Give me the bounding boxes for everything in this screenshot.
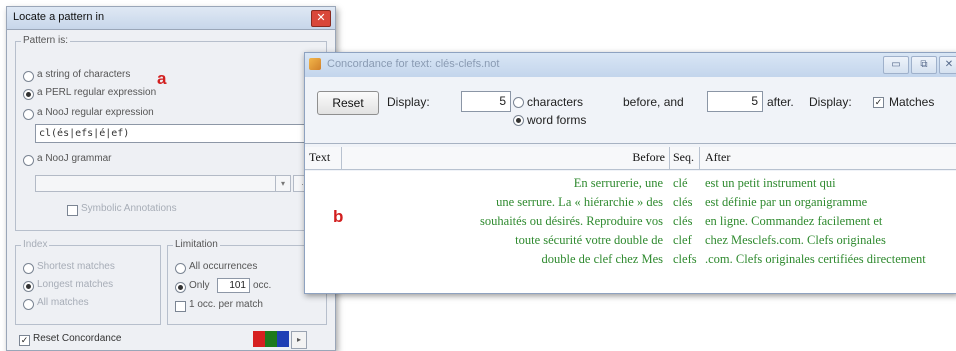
cell-after: .com. Clefs originales certifiées direct…	[705, 252, 926, 266]
column-divider	[669, 147, 670, 169]
cell-after: est définie par un organigramme	[705, 195, 868, 209]
table-row[interactable]: une serrure. La « hiérarchie » des clés es…	[305, 192, 956, 211]
table-row[interactable]: double de clef chez Mes clefs .com. Clefs …	[305, 249, 956, 268]
characters-radio[interactable]	[513, 97, 524, 108]
shortest-matches-label: Shortest matches	[37, 261, 115, 272]
reset-concordance-label: Reset Concordance	[33, 333, 122, 344]
all-occurrences-label: All occurrences	[189, 261, 258, 272]
cell-seq[interactable]: clés	[673, 211, 692, 231]
column-divider	[699, 147, 700, 169]
column-divider	[341, 147, 342, 169]
cell-after: chez Mesclefs.com. Clefs originales	[705, 233, 886, 247]
color-swatch-blue[interactable]	[277, 331, 289, 347]
table-row[interactable]: souhaités ou désirés. Reproduire vos clés…	[305, 211, 956, 230]
nooj-regex-option-label: a NooJ regular expression	[37, 107, 154, 118]
cell-seq[interactable]: clef	[673, 230, 692, 250]
cell-seq[interactable]: clé	[673, 173, 688, 193]
table-row[interactable]: En serrurerie, une clé est un petit instru…	[305, 173, 956, 192]
color-swatch-red[interactable]	[253, 331, 265, 347]
only-count-input[interactable]: 101	[217, 278, 250, 293]
string-radio[interactable]	[23, 71, 34, 82]
symbolic-annotations-checkbox[interactable]	[67, 205, 78, 216]
color-picker-button[interactable]: ▸	[291, 331, 307, 349]
limitation-group-title: Limitation	[173, 239, 220, 250]
cell-before: toute sécurité votre double de	[515, 233, 663, 247]
only-label: Only	[189, 280, 210, 291]
all-occurrences-radio[interactable]	[175, 263, 186, 274]
all-matches-radio[interactable]	[23, 299, 34, 310]
display2-label: Display:	[809, 95, 852, 109]
before-and-label: before, and	[623, 95, 684, 109]
symbolic-annotations-label: Symbolic Annotations	[81, 203, 177, 214]
only-radio[interactable]	[175, 282, 186, 293]
nooj-grammar-radio[interactable]	[23, 155, 34, 166]
after-count-input[interactable]: 5	[707, 91, 763, 112]
column-header-after[interactable]: After	[705, 147, 730, 167]
random-occurrence-label: 1 occ. per match	[189, 299, 263, 310]
maximize-button[interactable]: ⧉	[911, 56, 937, 74]
after-label: after.	[767, 95, 794, 109]
random-occurrence-checkbox[interactable]	[175, 301, 186, 312]
annotation-marker-b: b	[333, 207, 344, 226]
only-unit-label: occ.	[253, 280, 272, 291]
grammar-combo[interactable]: ▾	[35, 175, 291, 192]
column-header-seq[interactable]: Seq.	[673, 147, 694, 167]
column-header-before[interactable]: Before	[555, 147, 665, 167]
display-label: Display:	[387, 95, 430, 109]
pattern-input[interactable]: cl(és|efs|é|ef)	[35, 124, 323, 143]
perl-radio[interactable]	[23, 89, 34, 100]
before-count-input[interactable]: 5	[461, 91, 511, 112]
cell-before: En serrurerie, une	[573, 176, 663, 190]
reset-button[interactable]: Reset	[317, 91, 379, 115]
cell-before: une serrure. La « hiérarchie » des	[496, 195, 663, 209]
concordance-titlebar[interactable]: Concordance for text: clés-clefs.not ▭ ⧉…	[305, 53, 956, 77]
nooj-grammar-option-label: a NooJ grammar	[37, 153, 112, 164]
shortest-matches-radio[interactable]	[23, 263, 34, 274]
concordance-table: En serrurerie, une clé est un petit instru…	[305, 171, 956, 293]
matches-checkbox[interactable]: ✓	[873, 97, 884, 108]
minimize-button[interactable]: ▭	[883, 56, 909, 74]
matches-label: Matches	[889, 95, 935, 109]
cell-seq[interactable]: clefs	[673, 249, 697, 269]
color-swatch-green[interactable]	[265, 331, 277, 347]
close-button[interactable]: ✕	[939, 56, 956, 74]
nooj-regex-radio[interactable]	[23, 109, 34, 120]
dialog-title: Locate a pattern in	[13, 11, 105, 23]
index-group-title: Index	[21, 239, 50, 250]
longest-matches-radio[interactable]	[23, 281, 34, 292]
table-row[interactable]: toute sécurité votre double de clef chez M…	[305, 230, 956, 249]
cell-seq[interactable]: clés	[673, 192, 692, 212]
concordance-title: Concordance for text: clés-clefs.not	[327, 58, 500, 70]
chevron-down-icon[interactable]: ▾	[275, 176, 290, 191]
toolbar-divider	[305, 143, 956, 144]
word-forms-label: word forms	[527, 113, 587, 127]
dialog-titlebar[interactable]: Locate a pattern in ✕	[7, 7, 335, 30]
annotation-marker-a: a	[157, 69, 167, 88]
app-icon	[309, 58, 321, 70]
concordance-window: Concordance for text: clés-clefs.not ▭ ⧉…	[304, 52, 956, 294]
dialog-close-button[interactable]: ✕	[311, 10, 331, 27]
string-option-label: a string of characters	[37, 69, 131, 80]
column-header-text[interactable]: Text	[309, 147, 330, 167]
perl-option-label: a PERL regular expression	[37, 87, 157, 98]
cell-after: en ligne. Commandez facilement et	[705, 214, 883, 228]
cell-after: est un petit instrument qui	[705, 176, 836, 190]
column-header-row: Text Before Seq. After	[305, 147, 956, 170]
locate-pattern-dialog: Locate a pattern in ✕ Pattern is: a stri…	[6, 6, 336, 351]
pattern-group-title: Pattern is:	[21, 35, 71, 46]
cell-before: souhaités ou désirés. Reproduire vos	[480, 214, 663, 228]
all-matches-label: All matches	[37, 297, 89, 308]
cell-before: double de clef chez Mes	[541, 252, 663, 266]
reset-concordance-checkbox[interactable]: ✓	[19, 335, 30, 346]
word-forms-radio[interactable]	[513, 115, 524, 126]
longest-matches-label: Longest matches	[37, 279, 114, 290]
characters-label: characters	[527, 95, 584, 109]
